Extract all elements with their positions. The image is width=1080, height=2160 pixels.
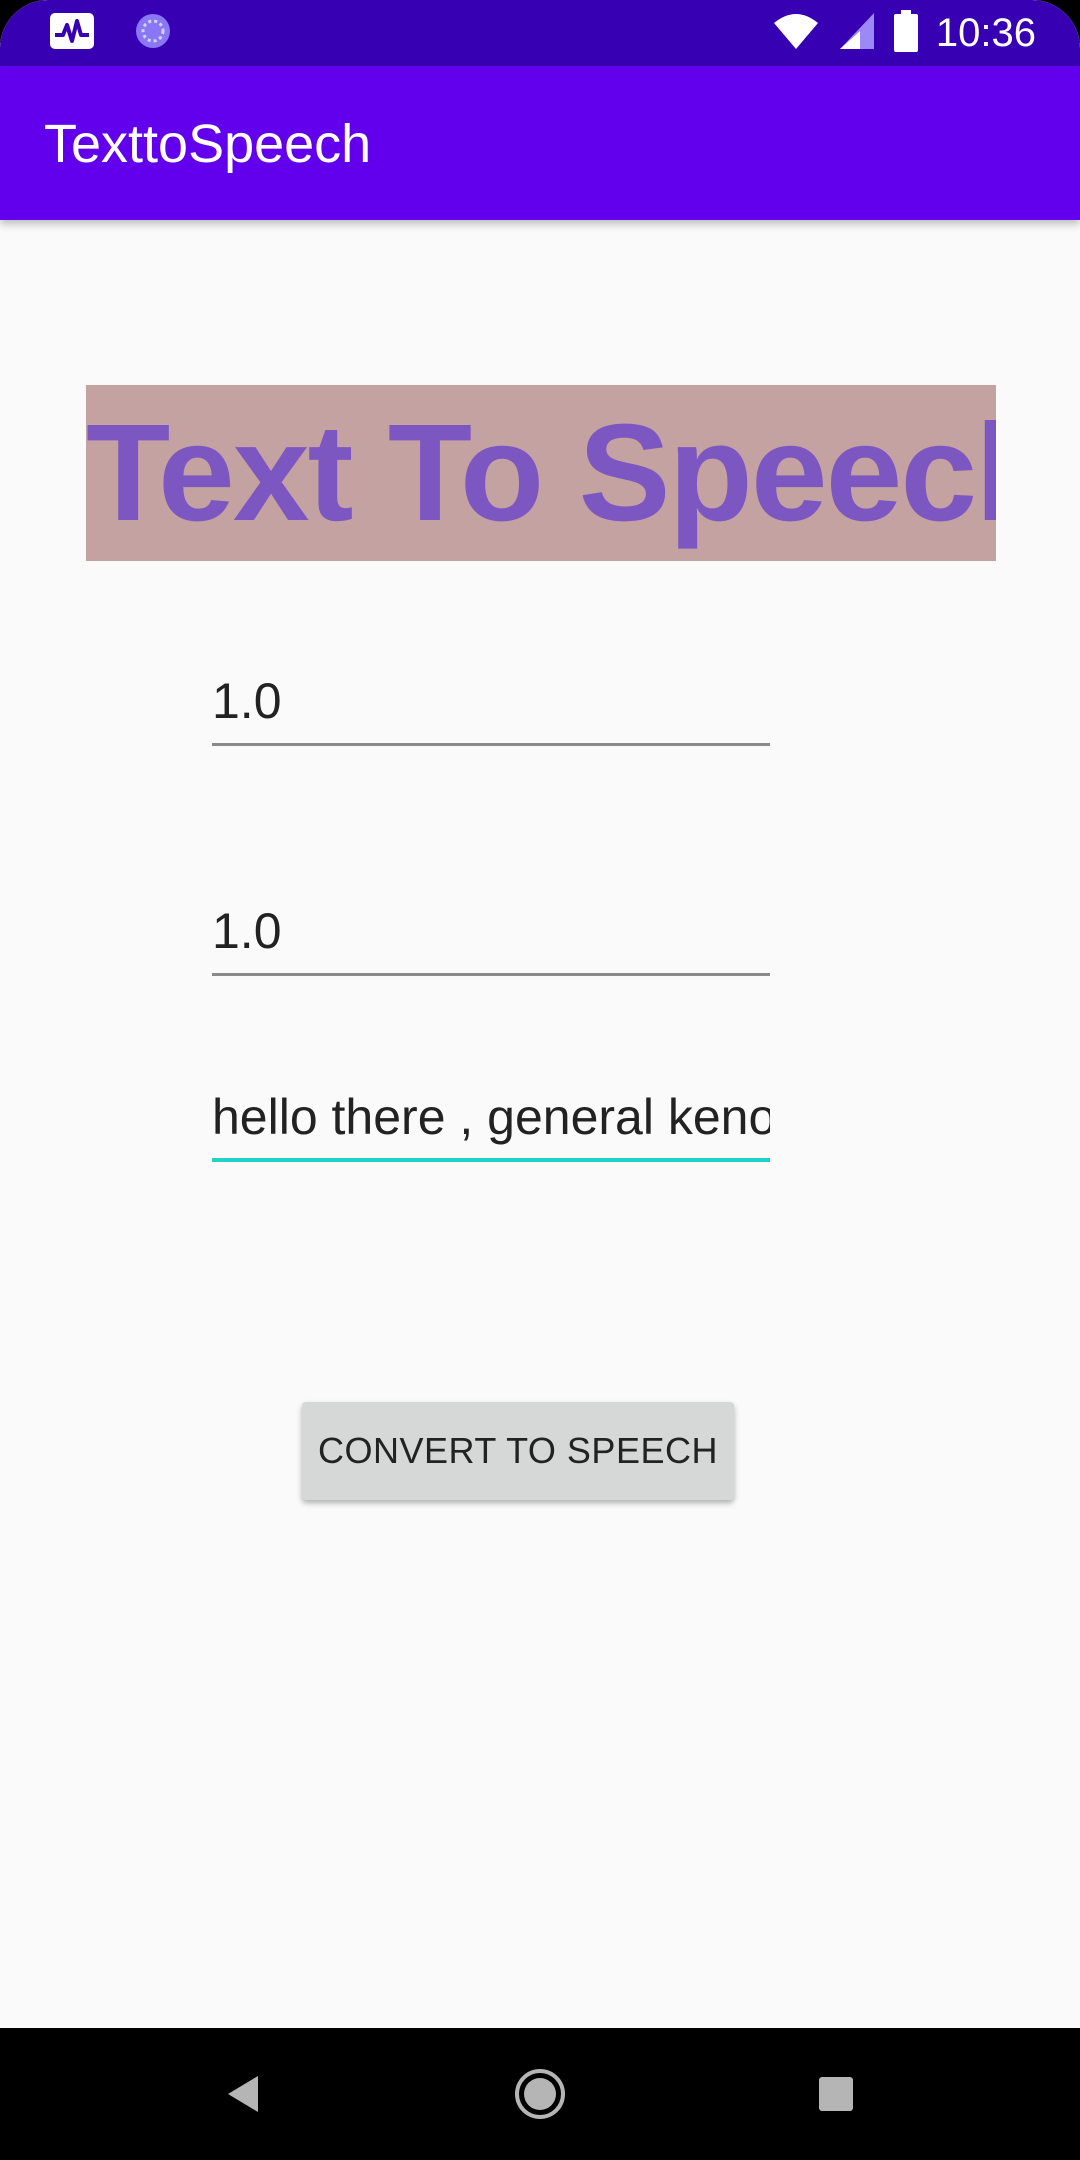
- signal-icon: [838, 11, 876, 56]
- back-icon[interactable]: [212, 2064, 272, 2124]
- sync-icon: [134, 12, 172, 55]
- battery-icon: [893, 9, 918, 57]
- activity-icon: [50, 13, 94, 54]
- navigation-bar: [0, 2028, 1080, 2160]
- home-icon[interactable]: [510, 2064, 570, 2124]
- status-bar: 10:36: [0, 0, 1080, 66]
- phone-screen: 10:36 TexttoSpeech Text To Speech 1.0 1.…: [0, 0, 1080, 2160]
- app-title: TexttoSpeech: [44, 114, 372, 174]
- main-content: Text To Speech 1.0 1.0 hello there , gen…: [0, 220, 1080, 2028]
- text-input[interactable]: hello there , general keno: [212, 1082, 770, 1162]
- status-time: 10:36: [935, 11, 1036, 55]
- headline-title: Text To Speech: [86, 385, 996, 561]
- wifi-icon: [772, 11, 820, 56]
- recents-icon[interactable]: [806, 2064, 866, 2124]
- pitch-input[interactable]: 1.0: [212, 666, 770, 746]
- convert-to-speech-button[interactable]: CONVERT TO SPEECH: [302, 1402, 734, 1500]
- speed-input[interactable]: 1.0: [212, 896, 770, 976]
- app-bar: TexttoSpeech: [0, 66, 1080, 220]
